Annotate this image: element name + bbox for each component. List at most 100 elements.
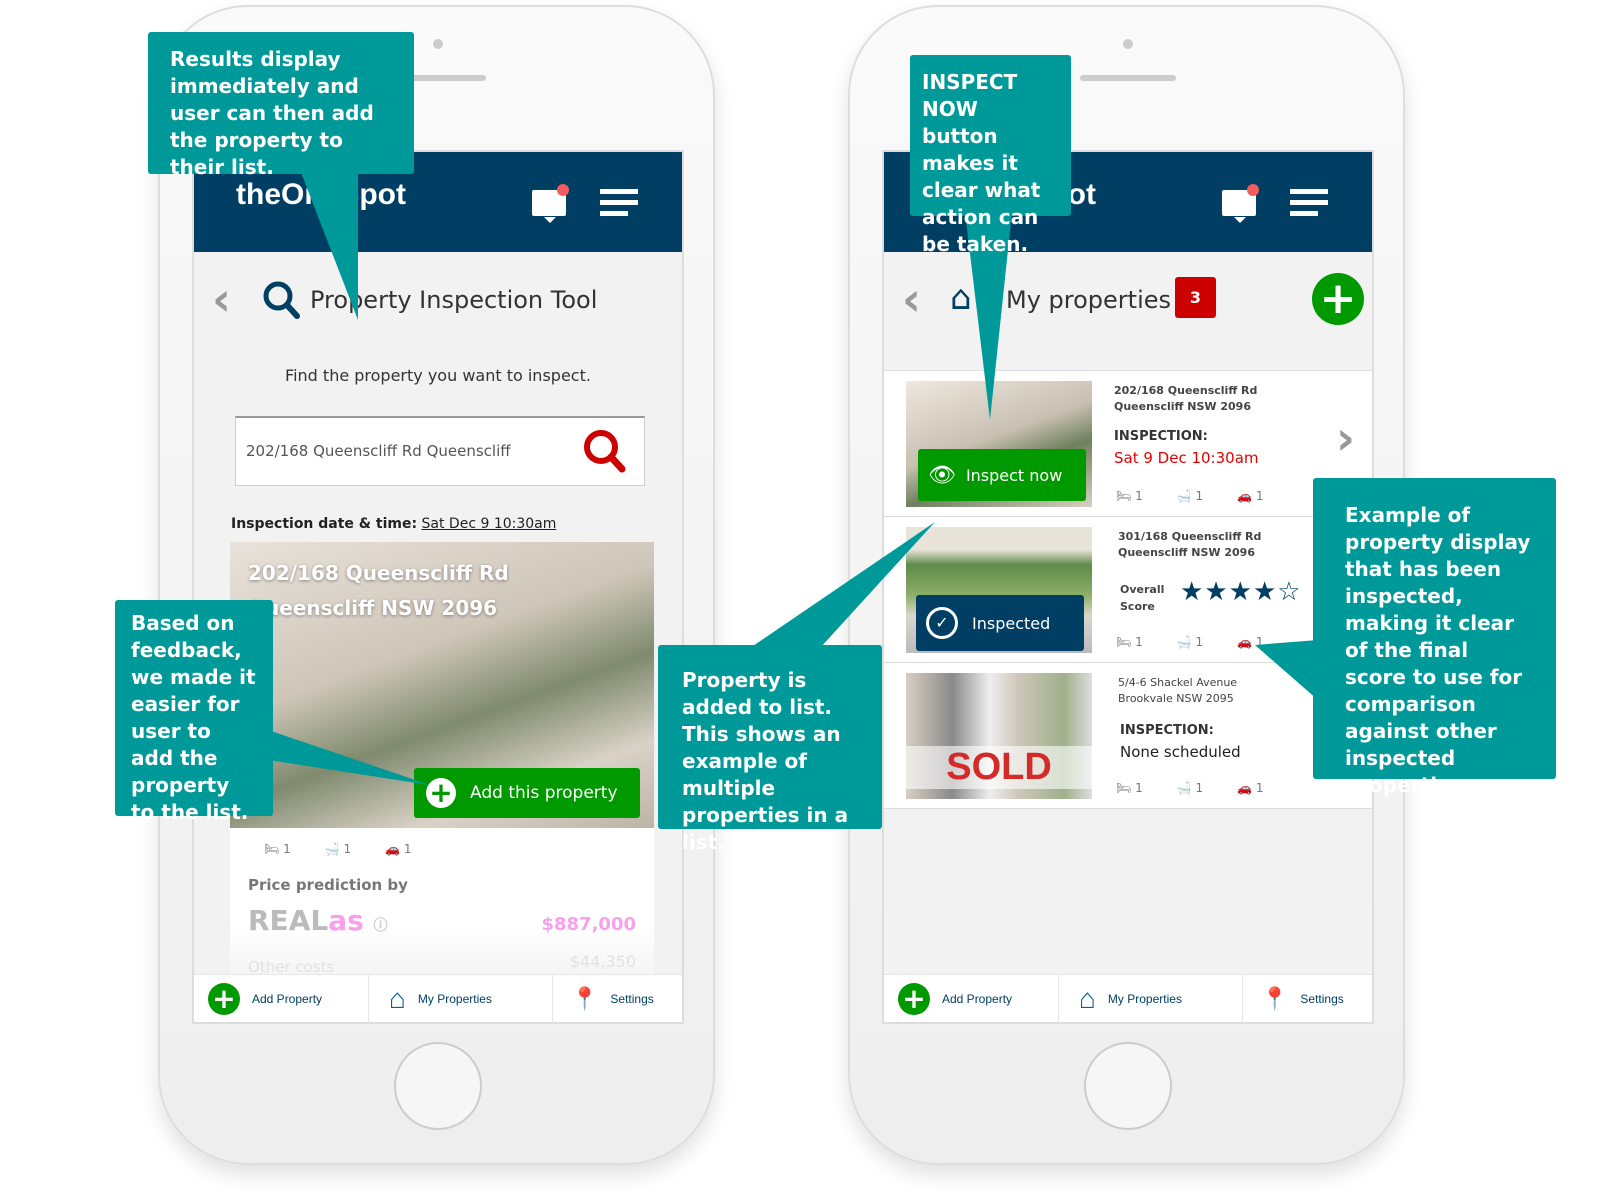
menu-icon[interactable] <box>600 189 638 222</box>
bath-icon: 🛁 1 <box>1176 489 1204 503</box>
nav-settings[interactable]: 📍 Settings <box>553 975 682 1022</box>
page-title: Property Inspection Tool <box>310 286 598 314</box>
nav-label: Add Property <box>942 991 1013 1006</box>
home-button[interactable] <box>1084 1042 1172 1130</box>
search-input[interactable]: 202/168 Queenscliff Rd Queenscliff <box>235 416 645 486</box>
add-property-button[interactable]: + <box>1312 273 1364 325</box>
home-button[interactable] <box>394 1042 482 1130</box>
menu-icon[interactable] <box>1290 189 1328 222</box>
price-prediction-label: Price prediction by <box>248 876 408 894</box>
property-address: 5/4-6 Shackel Avenue Brookvale NSW 2095 <box>1118 676 1238 705</box>
property-row[interactable]: ✓ Inspected 301/168 Queenscliff Rd Queensc… <box>884 517 1372 663</box>
check-circle-icon: ✓ <box>926 607 958 639</box>
inspect-now-button[interactable]: 👁 Inspect now <box>918 449 1086 501</box>
bottom-nav: + Add Property ⌂ My Properties 📍 Settings <box>884 974 1372 1022</box>
eye-icon: 👁 <box>928 462 956 488</box>
bed-icon: 🛏 1 <box>264 842 291 856</box>
other-costs-value: $44,350 <box>569 952 636 971</box>
property-address-line2: Queenscliff NSW 2096 <box>248 596 498 620</box>
realas-logo: REALas ⓘ <box>248 904 388 937</box>
features: 🛏 1 🛁 1 🚗 1 <box>264 842 412 856</box>
add-button-label: Add this property <box>470 783 618 803</box>
inspection-label: Inspection date & time: <box>231 516 418 532</box>
logo[interactable]: theOneSpot <box>236 178 406 212</box>
plus-circle-icon: + <box>898 982 930 1015</box>
bath-icon: 🛁 1 <box>324 842 352 856</box>
bed-icon: 🛏 1 <box>1116 781 1143 795</box>
star-filled-icon: ★ <box>1204 577 1229 607</box>
speaker <box>1080 75 1176 81</box>
bath-icon: 🛁 1 <box>1176 781 1204 795</box>
nav-label: Settings <box>610 991 654 1006</box>
property-row[interactable]: 👁 Inspect now 202/168 Queenscliff Rd Queen… <box>884 371 1372 517</box>
car-icon: 🚗 1 <box>385 842 412 856</box>
star-filled-icon: ★ <box>1252 577 1278 607</box>
house-icon: ⌂ <box>389 982 406 1014</box>
car-icon: 🚗 1 <box>1237 635 1264 649</box>
map-pin-icon: 📍 <box>571 985 599 1011</box>
camera <box>1123 39 1133 49</box>
inspected-badge: ✓ Inspected <box>916 595 1084 651</box>
predicted-price: $887,000 <box>541 914 636 935</box>
camera <box>433 39 443 49</box>
map-pin-icon: 📍 <box>1261 985 1289 1011</box>
badge-label: Inspected <box>972 613 1051 633</box>
callout-inspected: Example of property display that has bee… <box>1313 478 1556 797</box>
car-icon: 🚗 1 <box>1237 781 1264 795</box>
add-this-property-button[interactable]: + Add this property <box>414 768 640 818</box>
nav-my-properties[interactable]: ⌂ My Properties <box>369 975 553 1022</box>
property-address-line1: 202/168 Queenscliff Rd <box>248 561 509 585</box>
property-photo: 202/168 Queenscliff Rd Queenscliff NSW 20… <box>230 542 654 828</box>
plus-icon: + <box>426 778 456 808</box>
bed-icon: 🛏 1 <box>1116 635 1143 649</box>
search-icon <box>263 281 300 319</box>
callout-feedback: Based on feedback, we made it easier for… <box>115 600 273 824</box>
property-address: 301/168 Queenscliff Rd Queenscliff NSW 20… <box>1118 530 1262 559</box>
nav-label: Settings <box>1300 991 1344 1006</box>
inspection-time: Sat 9 Dec 10:30am <box>1114 449 1259 467</box>
page-title: My properties <box>1006 286 1172 314</box>
nav-add-property[interactable]: + Add Property <box>884 975 1059 1022</box>
chevron-right-icon[interactable]: › <box>1336 411 1355 465</box>
search-value: 202/168 Queenscliff Rd Queenscliff <box>246 442 511 460</box>
back-chevron-icon[interactable]: ‹ <box>902 272 921 326</box>
search-submit-icon[interactable] <box>582 428 630 476</box>
notification-dot <box>557 184 569 196</box>
bed-icon: 🛏 1 <box>1116 489 1143 503</box>
star-empty-icon: ☆ <box>1277 577 1302 607</box>
nav-settings[interactable]: 📍 Settings <box>1243 975 1372 1022</box>
nav-label: Add Property <box>252 991 323 1006</box>
inspection-label: INSPECTION: <box>1114 429 1208 444</box>
nav-label: My Properties <box>417 991 492 1006</box>
callout-list: Property is added to list. This shows an… <box>658 645 882 854</box>
count-badge: 3 <box>1175 277 1216 318</box>
star-filled-icon: ★ <box>1180 577 1205 607</box>
right-screen: theOneSpot ‹ ⌂ My properties 3 + 👁Inspec… <box>882 150 1374 1024</box>
house-icon: ⌂ <box>1079 982 1096 1014</box>
nav-my-properties[interactable]: ⌂ My Properties <box>1059 975 1243 1022</box>
features: 🛏 1 🛁 1 🚗 1 <box>1116 635 1264 649</box>
star-filled-icon: ★ <box>1228 577 1253 607</box>
property-thumbnail: SOLD <box>906 673 1092 799</box>
left-screen: theOneSpot ‹ Property Inspection Tool Fi… <box>192 150 684 1024</box>
bath-icon: 🛁 1 <box>1176 635 1204 649</box>
overall-score-label: Overall Score <box>1120 583 1165 613</box>
star-rating: ★★★★☆ <box>1180 577 1302 607</box>
property-details-card: 🛏 1 🛁 1 🚗 1 Price prediction by REALas ⓘ $… <box>230 828 654 988</box>
subtitle: Find the property you want to inspect. <box>285 366 591 385</box>
inspection-value[interactable]: Sat Dec 9 10:30am <box>422 516 557 532</box>
property-address: 202/168 Queenscliff Rd Queenscliff NSW 20… <box>1114 384 1258 413</box>
info-icon[interactable]: ⓘ <box>374 918 388 934</box>
back-chevron-icon[interactable]: ‹ <box>212 272 231 326</box>
nav-label: My Properties <box>1107 991 1182 1006</box>
nav-add-property[interactable]: + Add Property <box>194 975 369 1022</box>
car-icon: 🚗 1 <box>1237 489 1264 503</box>
inspection-label: INSPECTION: <box>1120 723 1214 738</box>
property-row[interactable]: SOLD 5/4-6 Shackel Avenue Brookvale NSW 2… <box>884 663 1372 809</box>
callout-results: Results display immediately and user can… <box>148 32 414 179</box>
button-label: Inspect now <box>965 465 1063 485</box>
inspection-datetime: Inspection date & time: Sat Dec 9 10:30a… <box>231 516 556 532</box>
plus-circle-icon: + <box>208 982 240 1015</box>
features: 🛏 1 🛁 1 🚗 1 <box>1116 489 1264 503</box>
notification-dot <box>1247 184 1259 196</box>
